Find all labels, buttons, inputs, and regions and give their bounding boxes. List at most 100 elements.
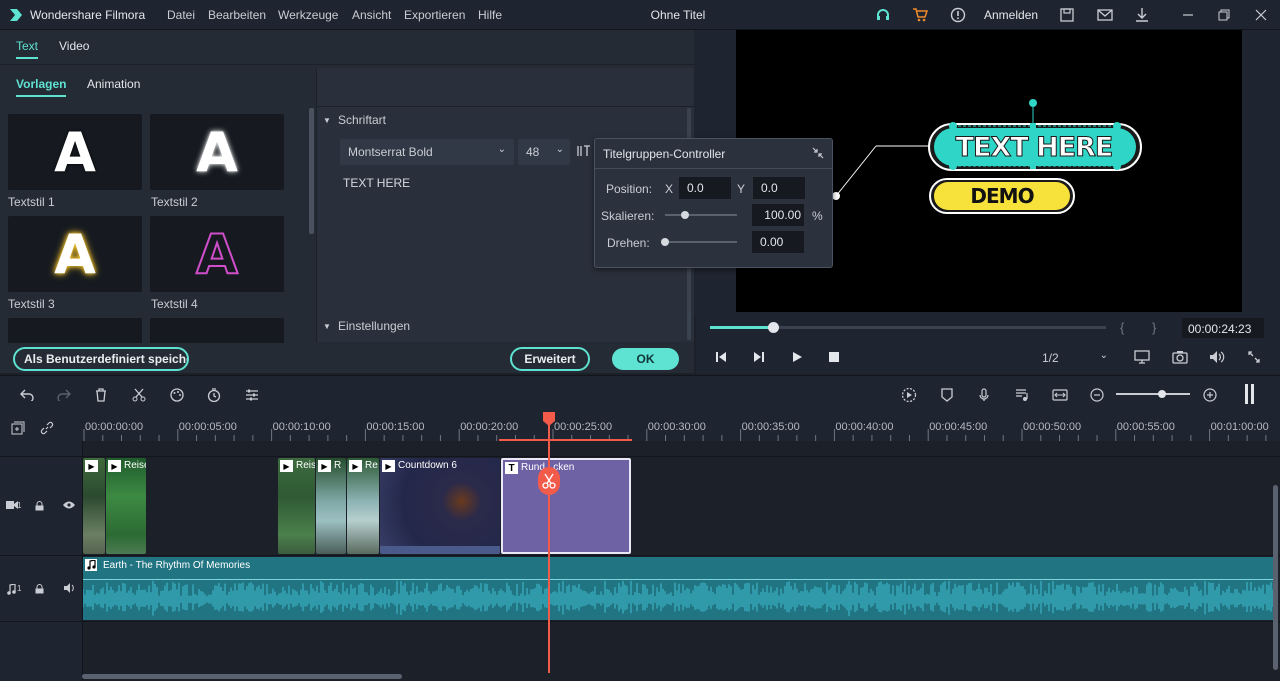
menu-exportieren[interactable]: Exportieren xyxy=(404,8,465,22)
title-group-controller-dialog[interactable]: Titelgruppen-Controller Position: X 0.0 … xyxy=(594,138,833,268)
chevron-down-icon[interactable]: ▼ xyxy=(323,116,331,125)
zoom-in-icon[interactable] xyxy=(1201,386,1219,404)
download-icon[interactable] xyxy=(1132,5,1152,25)
menu-werkzeuge[interactable]: Werkzeuge xyxy=(278,8,338,22)
video-clip-icon: ▶ xyxy=(382,460,395,472)
preset-thumb-1[interactable]: A xyxy=(8,114,142,190)
headset-icon[interactable] xyxy=(873,5,893,25)
playback-progress-knob[interactable] xyxy=(768,322,780,333)
cart-icon[interactable] xyxy=(910,5,930,25)
save-icon[interactable] xyxy=(1057,5,1077,25)
detach-audio-icon[interactable] xyxy=(1051,386,1069,404)
preview-main-text[interactable]: TEXT HERE xyxy=(954,132,1114,164)
video-clip[interactable]: ▶ Reise xyxy=(278,458,315,554)
redo-icon[interactable] xyxy=(55,386,73,404)
stop-icon[interactable] xyxy=(827,350,841,364)
subtab-vorlagen[interactable]: Vorlagen xyxy=(16,77,67,97)
video-clip[interactable]: ▶ R xyxy=(316,458,346,554)
font-family-select[interactable]: Montserrat Bold ⌄ xyxy=(340,139,514,165)
subtab-animation[interactable]: Animation xyxy=(87,77,140,91)
volume-line[interactable] xyxy=(83,579,1275,580)
scale-slider-knob[interactable] xyxy=(681,211,690,219)
preset-thumb-4[interactable]: A xyxy=(150,216,284,292)
minimize-icon[interactable] xyxy=(1178,5,1198,25)
mail-icon[interactable] xyxy=(1095,5,1115,25)
preset-scrollbar[interactable] xyxy=(309,108,314,234)
rotate-input[interactable]: 0.00 xyxy=(752,231,804,253)
video-clip[interactable]: ▶ Countdown 6 xyxy=(380,458,500,554)
zoom-slider[interactable] xyxy=(1116,390,1190,398)
playhead[interactable] xyxy=(548,415,550,673)
close-icon[interactable] xyxy=(1251,5,1271,25)
mark-in-button[interactable]: { xyxy=(1120,320,1124,335)
chevron-down-icon[interactable]: ▼ xyxy=(323,322,331,331)
preview-sub-text[interactable]: DEMO xyxy=(934,184,1070,208)
render-icon[interactable] xyxy=(900,386,918,404)
play-icon[interactable] xyxy=(790,350,804,364)
snapshot-icon[interactable] xyxy=(1172,349,1188,365)
info-icon[interactable] xyxy=(948,5,968,25)
timeline-vertical-scrollbar[interactable] xyxy=(1273,485,1278,670)
preset-thumb-2[interactable]: A xyxy=(150,114,284,190)
scale-slider[interactable] xyxy=(665,211,737,219)
display-icon[interactable] xyxy=(1134,349,1150,365)
rotate-slider[interactable] xyxy=(661,238,737,246)
mark-out-button[interactable]: } xyxy=(1152,320,1156,335)
preset-thumb-6[interactable] xyxy=(150,318,284,343)
collapse-icon[interactable] xyxy=(811,146,825,160)
step-back-icon[interactable] xyxy=(714,350,728,364)
advanced-button[interactable]: Erweitert xyxy=(510,347,590,371)
timer-icon[interactable] xyxy=(205,386,223,404)
scale-input[interactable]: 100.00 xyxy=(752,204,804,226)
cut-icon[interactable] xyxy=(130,386,148,404)
add-track-icon[interactable] xyxy=(11,421,25,435)
video-clip[interactable]: ▶ Re xyxy=(347,458,379,554)
voiceover-icon[interactable] xyxy=(1013,386,1031,404)
video-clip[interactable]: ▶ xyxy=(83,458,105,554)
delete-icon[interactable] xyxy=(92,386,110,404)
marker-icon[interactable] xyxy=(938,386,956,404)
font-size-select[interactable]: 48 ⌄ xyxy=(518,139,570,165)
position-y-input[interactable]: 0.0 xyxy=(753,177,805,199)
text-format-icon[interactable] xyxy=(577,144,591,158)
zoom-out-icon[interactable] xyxy=(1088,386,1106,404)
link-icon[interactable] xyxy=(40,421,54,435)
login-link[interactable]: Anmelden xyxy=(984,8,1038,22)
fullscreen-icon[interactable] xyxy=(1246,349,1262,365)
playhead-handle-icon[interactable] xyxy=(543,412,555,426)
timeline-horizontal-scrollbar[interactable] xyxy=(82,674,402,679)
scissors-icon[interactable] xyxy=(538,467,560,495)
quality-select[interactable]: 1/2 ⌄ xyxy=(1034,348,1116,368)
menu-hilfe[interactable]: Hilfe xyxy=(478,8,502,22)
tab-video[interactable]: Video xyxy=(59,39,89,53)
adjust-icon[interactable] xyxy=(243,386,261,404)
tab-text[interactable]: Text xyxy=(16,39,39,59)
preset-thumb-5[interactable] xyxy=(8,318,142,343)
playback-progress-track[interactable] xyxy=(710,322,1106,333)
audio-waveform xyxy=(83,581,1274,617)
ok-button[interactable]: OK xyxy=(612,348,679,370)
step-forward-icon[interactable] xyxy=(752,350,766,364)
color-palette-icon[interactable] xyxy=(168,386,186,404)
microphone-icon[interactable] xyxy=(975,386,993,404)
audio-clip[interactable]: Earth - The Rhythm Of Memories xyxy=(83,557,1275,620)
speaker-icon[interactable] xyxy=(63,583,75,593)
pause-handle-icon[interactable] xyxy=(1243,384,1257,404)
menu-bearbeiten[interactable]: Bearbeiten xyxy=(208,8,266,22)
title-clip-selected[interactable]: T Rund...cken xyxy=(501,458,631,554)
undo-icon[interactable] xyxy=(18,386,36,404)
save-custom-button[interactable]: Als Benutzerdefiniert speichern xyxy=(13,347,189,371)
preset-thumb-3[interactable]: A xyxy=(8,216,142,292)
lock-icon[interactable] xyxy=(34,583,44,594)
restore-icon[interactable] xyxy=(1214,5,1234,25)
volume-icon[interactable] xyxy=(1209,349,1225,365)
position-x-input[interactable]: 0.0 xyxy=(679,177,731,199)
menu-ansicht[interactable]: Ansicht xyxy=(352,8,391,22)
eye-icon[interactable] xyxy=(63,500,75,510)
zoom-slider-knob[interactable] xyxy=(1158,390,1166,398)
video-clip[interactable]: ▶ Reise xyxy=(106,458,146,554)
menu-datei[interactable]: Datei xyxy=(167,8,195,22)
rotate-slider-knob[interactable] xyxy=(661,238,669,246)
lock-icon[interactable] xyxy=(34,500,44,511)
text-content-area[interactable]: TEXT HERE xyxy=(338,170,594,308)
